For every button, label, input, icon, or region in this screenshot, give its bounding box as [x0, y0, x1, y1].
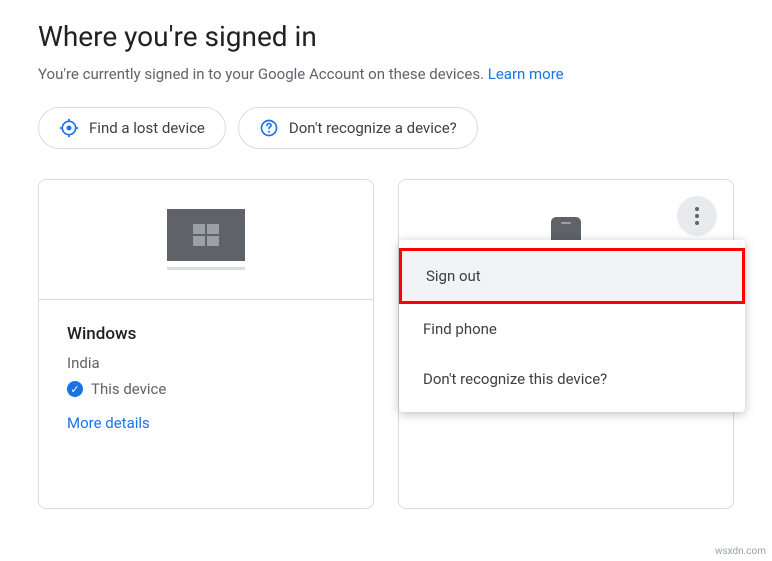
device-image-region	[39, 180, 373, 300]
status-text: This device	[91, 380, 166, 398]
page-subtitle: You're currently signed in to your Googl…	[38, 65, 734, 83]
kebab-menu-button[interactable]	[677, 196, 717, 236]
more-vert-icon	[695, 214, 699, 218]
device-card-windows: Windows India ✓ This device More details	[38, 179, 374, 509]
find-lost-device-button[interactable]: Find a lost device	[38, 107, 226, 149]
device-card-phone: Sign out Find phone Don't recognize this…	[398, 179, 734, 509]
page-title: Where you're signed in	[38, 20, 734, 53]
device-menu: Sign out Find phone Don't recognize this…	[399, 240, 745, 412]
more-details-link[interactable]: More details	[67, 414, 345, 432]
device-name: Windows	[67, 324, 345, 344]
subtitle-text: You're currently signed in to your Googl…	[38, 65, 488, 83]
windows-logo-icon	[193, 224, 219, 246]
target-icon	[59, 118, 79, 138]
actions-row: Find a lost device Don't recognize a dev…	[38, 107, 734, 149]
checkmark-icon: ✓	[67, 381, 83, 397]
help-icon	[259, 118, 279, 138]
dont-recognize-button[interactable]: Don't recognize a device?	[238, 107, 478, 149]
monitor-icon	[167, 209, 245, 270]
dont-recognize-label: Don't recognize a device?	[289, 119, 457, 137]
device-cards: Windows India ✓ This device More details…	[38, 179, 734, 509]
menu-sign-out[interactable]: Sign out	[399, 248, 745, 304]
device-status: ✓ This device	[67, 380, 345, 398]
menu-dont-recognize[interactable]: Don't recognize this device?	[399, 354, 745, 404]
find-lost-device-label: Find a lost device	[89, 119, 205, 137]
watermark: wsxdn.com	[715, 546, 766, 557]
device-location: India	[67, 354, 345, 372]
menu-find-phone[interactable]: Find phone	[399, 304, 745, 354]
learn-more-link[interactable]: Learn more	[488, 65, 564, 83]
